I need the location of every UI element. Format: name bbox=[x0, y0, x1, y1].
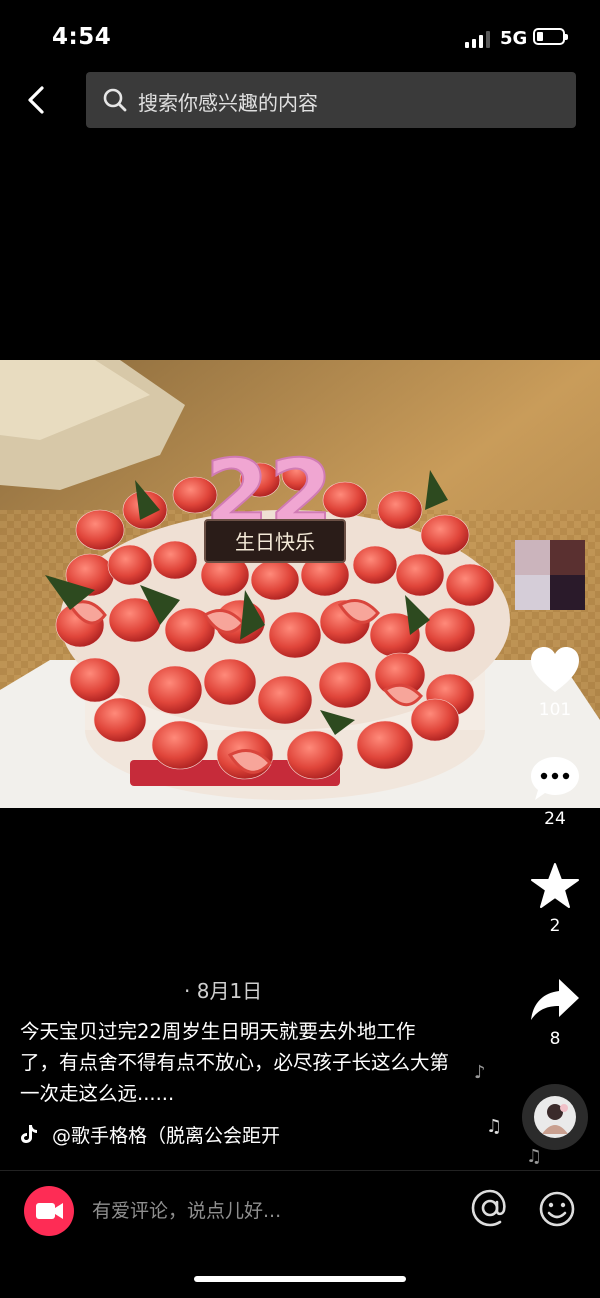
post-photo[interactable]: 22 生日快乐 bbox=[0, 360, 600, 808]
post-caption[interactable]: 今天宝贝过完22周岁生日明天就要去外地工作了，有点舍不得有点不放心，必尽孩子长这… bbox=[20, 1016, 450, 1109]
like-count: 101 bbox=[538, 700, 572, 720]
author-name[interactable]: @歌手格格（脱离公会距开 bbox=[52, 1125, 280, 1147]
share-arrow-icon bbox=[531, 979, 579, 1020]
at-icon bbox=[471, 1189, 506, 1227]
music-cover-avatar bbox=[534, 1096, 576, 1138]
divider bbox=[0, 1170, 600, 1171]
post-date: · 8月1日 bbox=[184, 979, 263, 1003]
cake-topper-text: 生日快乐 bbox=[235, 530, 315, 554]
video-camera-button[interactable] bbox=[24, 1186, 74, 1236]
smiley-icon bbox=[539, 1191, 575, 1227]
author-row[interactable]: @歌手格格（脱离公会距开 bbox=[20, 1121, 340, 1149]
heart-icon bbox=[531, 647, 579, 692]
strawberry-cake-image: 22 生日快乐 bbox=[0, 360, 600, 808]
comment-bubble-icon bbox=[531, 757, 579, 800]
network-label: 5G bbox=[500, 28, 528, 49]
search-input[interactable]: 搜索你感兴趣的内容 bbox=[138, 87, 318, 116]
search-icon bbox=[103, 88, 127, 112]
battery-icon bbox=[533, 28, 568, 45]
music-disc[interactable] bbox=[522, 1084, 588, 1150]
status-time: 4:54 bbox=[52, 24, 112, 50]
star-icon bbox=[531, 863, 579, 908]
share-count: 8 bbox=[549, 1029, 561, 1049]
mention-button[interactable] bbox=[470, 1188, 510, 1228]
music-note-icon: ♪ bbox=[474, 1062, 486, 1083]
comment-count: 24 bbox=[544, 809, 566, 829]
share-button[interactable]: 8 bbox=[522, 977, 588, 1049]
home-indicator[interactable] bbox=[194, 1276, 406, 1282]
search-bar[interactable]: 搜索你感兴趣的内容 bbox=[86, 72, 576, 128]
favorite-count: 2 bbox=[549, 916, 561, 936]
emoji-button[interactable] bbox=[538, 1190, 576, 1228]
chevron-left-icon bbox=[28, 86, 44, 114]
music-note-icon: ♫ bbox=[526, 1146, 543, 1167]
like-button[interactable]: 101 bbox=[522, 646, 588, 720]
tiktok-logo-icon bbox=[20, 1124, 38, 1149]
favorite-button[interactable]: 2 bbox=[522, 862, 588, 936]
video-camera-icon bbox=[36, 1203, 63, 1219]
music-note-icon: ♫ bbox=[486, 1116, 503, 1137]
comment-input[interactable]: 有爱评论，说点儿好... bbox=[92, 1196, 281, 1223]
comment-button[interactable]: 24 bbox=[522, 755, 588, 829]
back-button[interactable] bbox=[22, 84, 54, 116]
signal-icon bbox=[465, 30, 491, 48]
